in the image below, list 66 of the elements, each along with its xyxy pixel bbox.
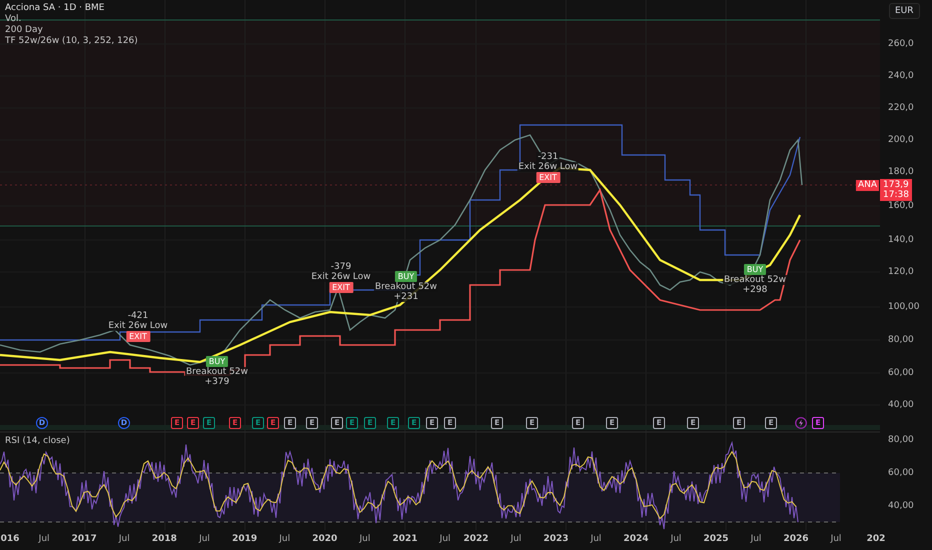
exit-badge: EXIT <box>536 172 560 183</box>
time-tick: Jul <box>510 534 522 544</box>
indicator-label[interactable]: Vol. <box>5 14 138 25</box>
countdown: 17:38 <box>883 190 909 200</box>
time-tick: 2026 <box>783 534 809 544</box>
time-tick: 2024 <box>623 534 649 544</box>
currency-button[interactable]: EUR <box>889 3 920 19</box>
ticker-label: ANA <box>856 180 879 191</box>
time-tick: 2019 <box>232 534 258 544</box>
rsi-title[interactable]: RSI (14, close) <box>5 436 70 446</box>
time-tick: Jul <box>590 534 602 544</box>
rsi-tick: 40,00 <box>888 500 914 513</box>
price-tick: 200,0 <box>888 134 914 147</box>
time-tick: Jul <box>118 534 130 544</box>
price-tick: 260,0 <box>888 38 914 51</box>
signal-label: Breakout 52w <box>374 282 438 292</box>
time-tick: Jul <box>440 534 451 544</box>
buy-badge: BUY <box>394 271 418 282</box>
buy-badge: BUY <box>744 264 766 275</box>
signal-label: Exit 26w Low <box>107 321 169 331</box>
trade-result: +379 <box>204 377 230 387</box>
time-tick: Jul <box>199 534 210 544</box>
time-tick: Jul <box>279 534 290 544</box>
time-tick: 2020 <box>312 534 338 544</box>
price-tick: 80,00 <box>888 334 914 347</box>
exit-badge: EXIT <box>329 282 353 293</box>
time-tick: Jul <box>830 534 842 544</box>
price-tick: 160,0 <box>888 200 914 213</box>
last-price: 173,9 <box>883 180 909 190</box>
time-tick: 2021 <box>392 534 418 544</box>
time-tick: 202 <box>866 534 886 544</box>
trade-result: -231 <box>536 152 560 162</box>
rsi-tick: 80,00 <box>888 434 914 447</box>
price-tick: 220,0 <box>888 102 914 115</box>
trade-result: +298 <box>742 285 768 295</box>
signal-label: Breakout 52w <box>722 275 788 285</box>
exit-badge: EXIT <box>126 331 150 342</box>
time-tick: Jul <box>750 534 762 544</box>
price-tick: 120,0 <box>888 266 914 279</box>
time-tick: 016 <box>0 534 20 544</box>
price-tick: 240,0 <box>888 70 914 83</box>
trade-result: -379 <box>330 262 352 272</box>
rsi-tick: 60,00 <box>888 467 914 480</box>
price-tick: 140,0 <box>888 234 914 247</box>
price-tick: 40,00 <box>888 399 914 412</box>
signal-label: Breakout 52w <box>184 367 250 377</box>
buy-badge: BUY <box>206 356 228 367</box>
price-tick: 100,00 <box>888 301 920 314</box>
symbol-title[interactable]: Acciona SA · 1D · BME <box>5 3 138 14</box>
time-tick: Jul <box>670 534 682 544</box>
trade-result: -421 <box>126 311 150 321</box>
price-tick: 180,0 <box>888 166 914 179</box>
indicator-label[interactable]: TF 52w/26w (10, 3, 252, 126) <box>5 36 138 47</box>
lightning-icon[interactable] <box>795 417 807 429</box>
price-tick: 60,00 <box>888 367 914 380</box>
signal-label: Exit 26w Low <box>310 272 372 282</box>
time-tick: 2018 <box>152 534 177 544</box>
time-tick: 2022 <box>463 534 489 544</box>
time-tick: Jul <box>38 534 50 544</box>
indicator-label[interactable]: 200 Day <box>5 25 138 36</box>
signal-label: Exit 26w Low <box>517 162 579 172</box>
trade-result: +231 <box>392 292 420 302</box>
time-tick: 2017 <box>72 534 97 544</box>
time-tick: 2023 <box>543 534 569 544</box>
time-tick: 2025 <box>703 534 729 544</box>
time-tick: Jul <box>359 534 370 544</box>
